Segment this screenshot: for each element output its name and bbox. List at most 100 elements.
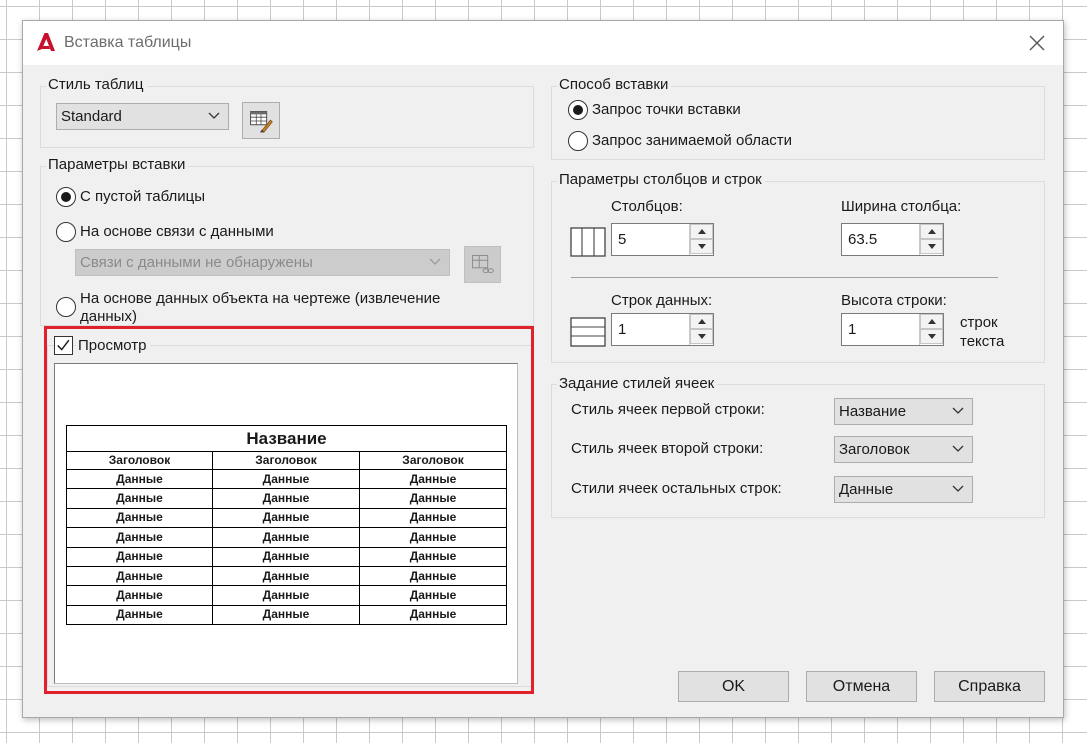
data-link-combo-value: Связи с данными не обнаружены: [80, 254, 313, 271]
data-link-manager-button[interactable]: [464, 246, 501, 283]
second-row-style-label: Стиль ячеек второй строки:: [571, 440, 764, 457]
preview-data-row: Данные Данные Данные: [66, 527, 508, 548]
second-row-style-combo[interactable]: Заголовок: [834, 436, 973, 463]
columns-rows-legend: Параметры столбцов и строк: [557, 171, 765, 188]
preview-data-row: Данные Данные Данные: [66, 565, 508, 587]
decrement-arrow-icon[interactable]: [690, 239, 713, 254]
preview-data-cell: Данные: [212, 527, 360, 548]
preview-data-cell: Данные: [358, 546, 508, 567]
data-rows-stepper[interactable]: 1: [611, 313, 714, 346]
preview-header-cell: Заголовок: [66, 451, 213, 470]
column-width-label: Ширина столбца:: [841, 198, 962, 215]
radio-data-link[interactable]: [56, 222, 76, 242]
columns-value: 5: [618, 231, 627, 248]
columns-icon: [570, 227, 606, 257]
first-row-style-combo[interactable]: Название: [834, 398, 973, 425]
insert-table-dialog: Вставка таблицы Стиль таблиц Standard Па…: [22, 20, 1064, 718]
ok-button[interactable]: OK: [678, 671, 789, 702]
insert-options-legend: Параметры вставки: [46, 156, 189, 173]
increment-arrow-icon[interactable]: [920, 224, 943, 239]
stepper-arrows: [919, 314, 943, 345]
table-style-legend: Стиль таблиц: [46, 76, 147, 93]
increment-arrow-icon[interactable]: [690, 224, 713, 239]
preview-data-row: Данные Данные Данные: [66, 507, 508, 529]
preview-data-cell: Данные: [212, 546, 360, 567]
data-link-combo[interactable]: Связи с данными не обнаружены: [75, 249, 450, 276]
preview-data-cell: Данные: [358, 527, 508, 548]
preview-data-cell: Данные: [358, 468, 508, 490]
radio-insertion-point-label: Запрос точки вставки: [592, 101, 741, 118]
stepper-arrows: [689, 224, 713, 255]
preview-label: Просмотр: [76, 337, 150, 354]
table-style-combo[interactable]: Standard: [56, 103, 229, 130]
preview-checkbox[interactable]: [54, 336, 73, 355]
preview-table: Название Заголовок Заголовок Заголовок Д…: [65, 425, 508, 626]
preview-area: Название Заголовок Заголовок Заголовок Д…: [54, 363, 518, 684]
radio-empty-table-label: С пустой таблицы: [80, 188, 206, 205]
other-rows-style-combo[interactable]: Данные: [834, 476, 973, 503]
preview-data-cell: Данные: [212, 585, 360, 606]
increment-arrow-icon[interactable]: [690, 314, 713, 329]
preview-data-cell: Данные: [212, 565, 360, 587]
decrement-arrow-icon[interactable]: [920, 239, 943, 254]
preview-data-cell: Данные: [66, 546, 213, 567]
chevron-down-icon: [208, 112, 220, 119]
radio-window[interactable]: [568, 131, 588, 151]
preview-data-row: Данные Данные Данные: [66, 468, 508, 490]
preview-data-cell: Данные: [66, 585, 213, 606]
autocad-logo-icon: [37, 33, 55, 51]
chevron-down-icon: [952, 407, 964, 414]
preview-data-cell: Данные: [212, 468, 360, 490]
chevron-down-icon: [952, 445, 964, 452]
table-style-value: Standard: [61, 108, 122, 125]
first-row-style-value: Название: [839, 403, 907, 420]
cancel-button[interactable]: Отмена: [806, 671, 917, 702]
data-rows-value: 1: [618, 321, 627, 338]
preview-data-cell: Данные: [358, 565, 508, 587]
row-height-unit-line1: строк: [960, 314, 998, 331]
preview-data-row: Данные Данные Данные: [66, 585, 508, 606]
radio-data-extraction-label: На основе данных объекта на чертеже (изв…: [80, 290, 441, 307]
radio-insertion-point[interactable]: [568, 100, 588, 120]
preview-data-cell: Данные: [66, 507, 213, 529]
insertion-method-legend: Способ вставки: [557, 76, 672, 93]
preview-data-cell: Данные: [358, 604, 508, 626]
radio-window-label: Запрос занимаемой области: [592, 132, 793, 149]
preview-data-cell: Данные: [212, 604, 360, 626]
check-icon: [57, 339, 70, 351]
preview-title-cell: Название: [65, 425, 508, 452]
decrement-arrow-icon[interactable]: [690, 329, 713, 344]
first-row-style-label: Стиль ячеек первой строки:: [571, 401, 765, 418]
title-bar[interactable]: Вставка таблицы: [23, 21, 1063, 65]
preview-data-cell: Данные: [358, 488, 508, 509]
radio-data-extraction[interactable]: [56, 297, 76, 317]
row-height-unit-line2: текста: [960, 333, 1005, 350]
help-button[interactable]: Справка: [934, 671, 1045, 702]
window-title: Вставка таблицы: [64, 34, 192, 51]
other-rows-style-label: Стили ячеек остальных строк:: [571, 480, 782, 497]
column-width-stepper[interactable]: 63.5: [841, 223, 944, 256]
column-width-value: 63.5: [848, 231, 878, 248]
preview-data-cell: Данные: [66, 488, 213, 509]
decrement-arrow-icon[interactable]: [920, 329, 943, 344]
chevron-down-icon: [429, 258, 441, 265]
preview-title-row: Название: [65, 425, 508, 452]
preview-data-cell: Данные: [66, 604, 213, 626]
columns-stepper[interactable]: 5: [611, 223, 714, 256]
stepper-arrows: [689, 314, 713, 345]
close-icon[interactable]: [1025, 31, 1049, 55]
cell-styles-legend: Задание стилей ячеек: [557, 375, 718, 392]
chevron-down-icon: [952, 485, 964, 492]
radio-empty-table[interactable]: [56, 187, 76, 207]
rows-icon: [570, 317, 606, 347]
preview-data-row: Данные Данные Данные: [66, 546, 508, 567]
preview-data-cell: Данные: [212, 507, 360, 529]
preview-data-cell: Данные: [212, 488, 360, 509]
data-link-icon: [472, 255, 494, 274]
increment-arrow-icon[interactable]: [920, 314, 943, 329]
preview-header-row: Заголовок Заголовок Заголовок: [66, 451, 508, 470]
preview-data-row: Данные Данные Данные: [66, 488, 508, 509]
table-style-dialog-button[interactable]: [242, 102, 280, 139]
row-height-stepper[interactable]: 1: [841, 313, 944, 346]
preview-data-cell: Данные: [358, 507, 508, 529]
